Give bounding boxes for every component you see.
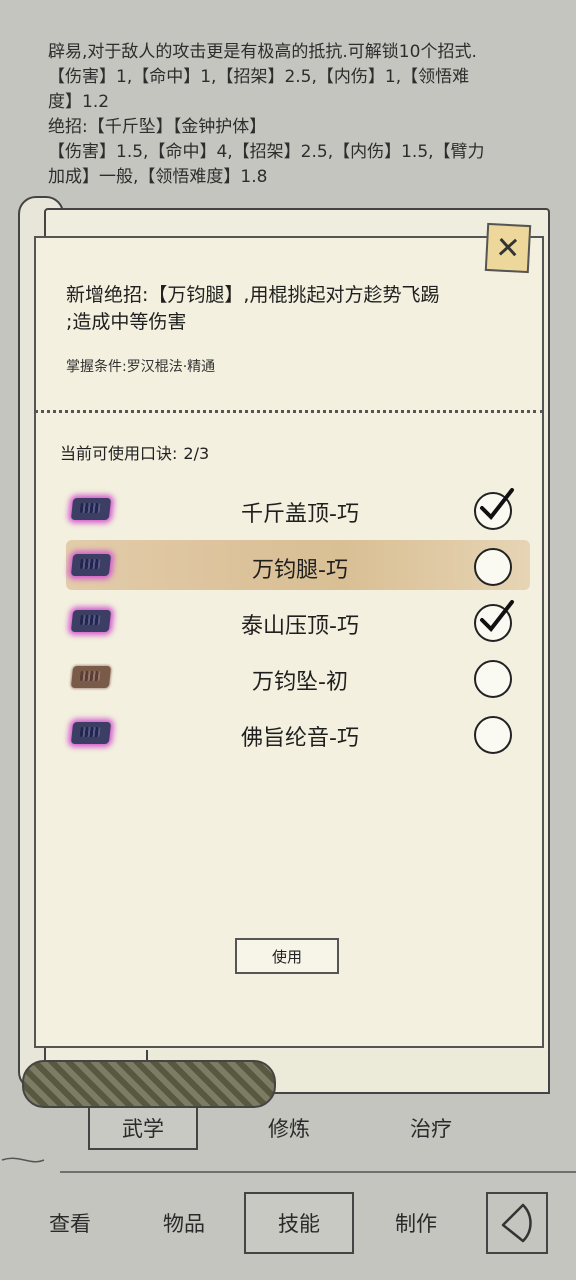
formula-name: 万钧腿-巧 xyxy=(252,558,348,583)
formula-count-value: 2/3 xyxy=(183,444,210,463)
nav-skills[interactable]: 技能 xyxy=(244,1192,354,1254)
back-button[interactable] xyxy=(486,1192,548,1254)
bg-text-line: 【伤害】1.5,【命中】4,【招架】2.5,【内伤】1.5,【臂力 xyxy=(48,142,485,162)
formula-gem-icon xyxy=(70,498,112,520)
formula-checkbox[interactable] xyxy=(474,548,512,586)
decorative-divider xyxy=(1,1157,576,1173)
tab-heal[interactable]: 治疗 xyxy=(376,1106,486,1150)
formula-name: 泰山压顶-巧 xyxy=(241,614,359,639)
formula-row[interactable]: 泰山压顶-巧 xyxy=(60,600,520,646)
dotted-divider xyxy=(34,410,544,413)
sub-tab-bar: 武学 修炼 治疗 xyxy=(0,1106,576,1150)
tab-martial-arts[interactable]: 武学 xyxy=(88,1106,198,1150)
formula-count-label: 当前可使用口诀: xyxy=(60,444,178,463)
formula-checkbox[interactable] xyxy=(474,660,512,698)
formula-checkbox[interactable] xyxy=(474,716,512,754)
checkmark-icon xyxy=(480,488,514,521)
formula-gem-icon xyxy=(70,722,112,744)
bg-text-line: 加成】一般,【领悟难度】1.8 xyxy=(48,167,268,187)
formula-row-selected[interactable]: 万钧腿-巧 xyxy=(60,540,530,590)
nav-view[interactable]: 查看 xyxy=(30,1192,110,1254)
tab-cultivate[interactable]: 修炼 xyxy=(234,1106,344,1150)
formula-name: 千斤盖顶-巧 xyxy=(241,502,359,527)
description-line: ;造成中等伤害 xyxy=(66,311,187,333)
close-button[interactable]: ✕ xyxy=(484,222,532,274)
bg-text-line: 绝招:【千斤坠】【金钟护体】 xyxy=(48,117,267,137)
formula-count: 当前可使用口诀: 2/3 xyxy=(60,440,209,464)
formula-name: 佛旨纶音-巧 xyxy=(241,726,359,751)
formula-name: 万钧坠-初 xyxy=(252,670,348,695)
use-button[interactable]: 使用 xyxy=(235,938,339,974)
skill-description-background: 辟易,对于敌人的攻击更是有极高的抵抗.可解锁10个招式. 【伤害】1,【命中】1… xyxy=(48,20,568,190)
nav-items[interactable]: 物品 xyxy=(144,1192,224,1254)
close-icon: ✕ xyxy=(494,229,522,267)
nav-craft[interactable]: 制作 xyxy=(376,1192,456,1254)
back-arrow-icon xyxy=(501,1203,532,1243)
new-skill-description: 新增绝招:【万钧腿】,用棍挑起对方趁势飞踢 ;造成中等伤害 xyxy=(66,282,536,336)
checkmark-icon xyxy=(480,600,514,633)
formula-gem-icon xyxy=(70,554,112,576)
bg-text-line: 辟易,对于敌人的攻击更是有极高的抵抗.可解锁10个招式. xyxy=(48,42,477,62)
description-line: 新增绝招:【万钧腿】,用棍挑起对方趁势飞踢 xyxy=(66,284,440,306)
formula-row[interactable]: 千斤盖顶-巧 xyxy=(60,488,520,534)
formula-gem-icon xyxy=(70,610,112,632)
scroll-bottom-roller xyxy=(22,1060,276,1108)
mastery-condition: 掌握条件:罗汉棍法·精通 xyxy=(66,359,216,375)
bg-text-line: 度】1.2 xyxy=(48,92,110,112)
formula-checkbox[interactable] xyxy=(474,488,514,530)
bg-text-line: 【伤害】1,【命中】1,【招架】2.5,【内伤】1,【领悟难 xyxy=(48,67,470,87)
formula-gem-icon xyxy=(70,666,112,688)
formula-checkbox[interactable] xyxy=(474,600,514,642)
formula-row[interactable]: 佛旨纶音-巧 xyxy=(60,714,520,758)
formula-row[interactable]: 万钧坠-初 xyxy=(60,658,520,702)
